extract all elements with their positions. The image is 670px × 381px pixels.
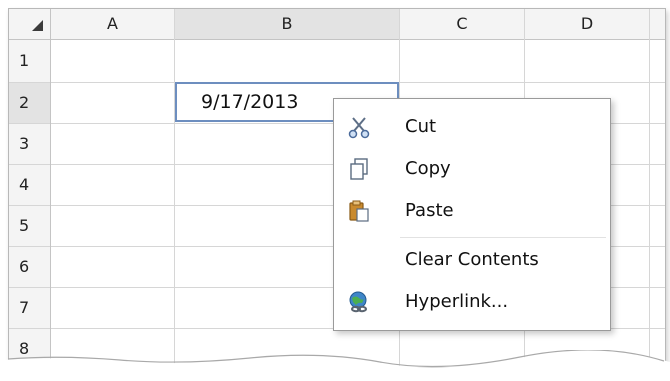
gridline xyxy=(9,39,665,40)
menu-item-paste[interactable]: Paste xyxy=(334,190,610,232)
menu-item-label: Clear Contents xyxy=(405,249,539,270)
context-menu: Cut Copy Paste Clear Contents Hyperlink.… xyxy=(333,98,611,331)
scissors-icon xyxy=(348,117,370,139)
torn-edge-decoration xyxy=(0,350,670,381)
gridline xyxy=(50,9,51,367)
paste-icon xyxy=(349,200,369,222)
gridline xyxy=(174,9,175,367)
copy-icon xyxy=(350,158,368,180)
select-all-triangle-icon xyxy=(32,20,43,31)
row-header-4[interactable]: 4 xyxy=(9,165,50,205)
column-header-a[interactable]: A xyxy=(51,9,174,39)
hyperlink-globe-icon xyxy=(349,291,367,313)
menu-item-cut[interactable]: Cut xyxy=(334,106,610,148)
select-all-corner[interactable] xyxy=(9,9,50,39)
column-header-c[interactable]: C xyxy=(400,9,524,39)
column-header-e-partial[interactable] xyxy=(650,9,665,39)
row-header-3[interactable]: 3 xyxy=(9,124,50,164)
row-header-6[interactable]: 6 xyxy=(9,247,50,287)
menu-item-copy[interactable]: Copy xyxy=(334,148,610,190)
row-header-5[interactable]: 5 xyxy=(9,206,50,246)
column-header-b[interactable]: B xyxy=(175,9,399,39)
menu-item-label: Cut xyxy=(405,116,437,137)
menu-item-label: Hyperlink... xyxy=(405,291,509,312)
column-header-d[interactable]: D xyxy=(525,9,649,39)
menu-item-clear-contents[interactable]: Clear Contents xyxy=(334,239,610,281)
menu-item-hyperlink[interactable]: Hyperlink... xyxy=(334,281,610,323)
menu-separator xyxy=(400,237,606,238)
row-header-1[interactable]: 1 xyxy=(9,40,50,82)
menu-item-label: Copy xyxy=(405,158,451,179)
gridline xyxy=(649,9,650,367)
row-header-2[interactable]: 2 xyxy=(9,83,50,123)
menu-item-label: Paste xyxy=(405,200,454,221)
row-header-7[interactable]: 7 xyxy=(9,288,50,328)
